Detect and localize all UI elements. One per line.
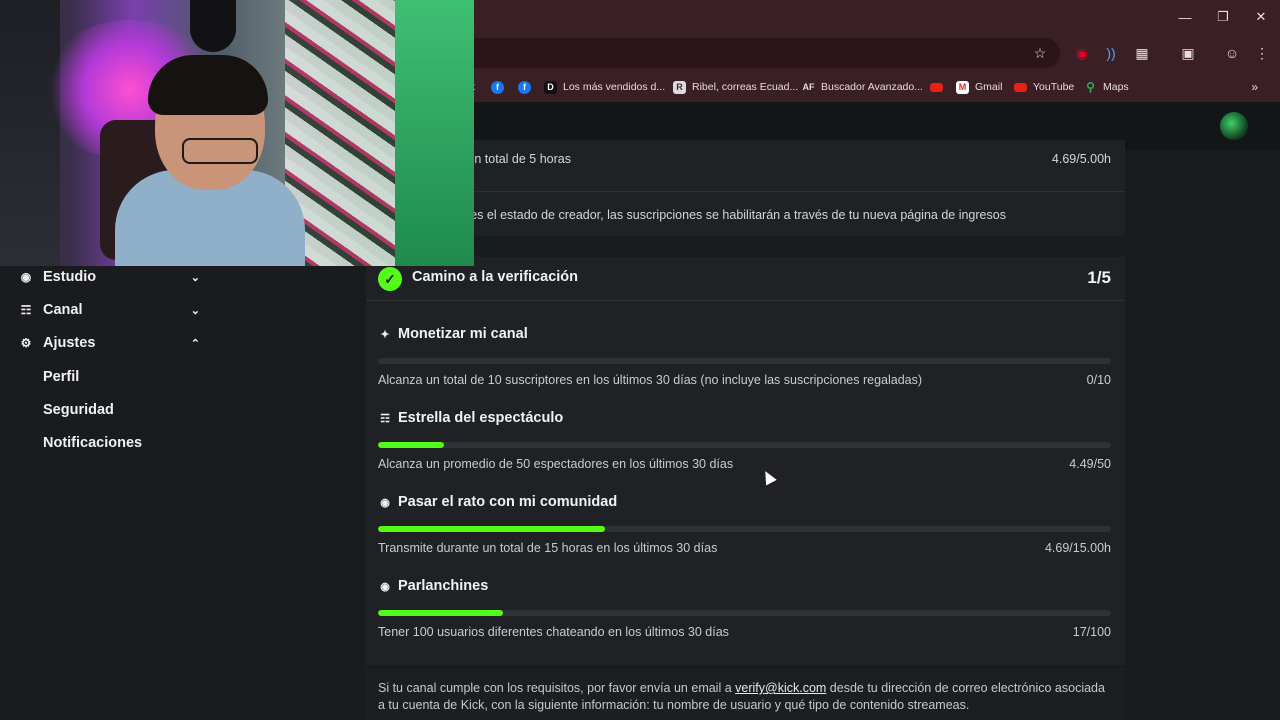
chevron-down-icon: ⌄ — [190, 304, 200, 317]
d-icon: D — [544, 80, 557, 94]
facebook-icon: f — [491, 80, 504, 94]
bookmark-item[interactable]: AF Buscador Avanzado... — [802, 78, 923, 96]
extensions-icon[interactable]: ▦ — [1132, 43, 1152, 63]
webcam-person-hair — [148, 55, 268, 115]
menu-icon[interactable]: ⋮ — [1252, 43, 1272, 63]
bookmark-item[interactable]: M Gmail — [956, 78, 1002, 96]
progress-bar — [378, 526, 1111, 532]
gear-icon: ⚙ — [20, 336, 32, 350]
bookmark-item[interactable]: D Los más vendidos d... — [544, 78, 665, 96]
creator-status-card: e un total de 5 horas 4.69/5.00h nces el… — [366, 140, 1125, 236]
gmail-icon: M — [956, 80, 969, 94]
requirement-title: ◉ Parlanchines — [378, 576, 488, 596]
progress-bar-fill — [378, 526, 606, 532]
facebook-icon: f — [518, 80, 531, 94]
minimize-icon[interactable]: — — [1166, 0, 1204, 34]
tab-search-icon[interactable]: ▣ — [1178, 43, 1198, 63]
address-bar[interactable] — [420, 38, 1060, 68]
webcam-guitar — [190, 0, 236, 52]
window-controls: — ❐ ✕ — [1166, 0, 1280, 34]
bookmark-item[interactable]: ⚲ Maps — [1084, 78, 1129, 96]
requirement-value: 4.49/50 — [1069, 457, 1111, 471]
sidebar-item-settings[interactable]: ⚙ Ajustes ⌃ — [18, 331, 200, 355]
chevron-down-icon: ⌄ — [190, 271, 200, 284]
bookmark-item[interactable]: f — [518, 78, 537, 96]
progress-bar-fill — [378, 442, 444, 448]
verification-count: 1/5 — [1087, 268, 1111, 287]
verify-email-link[interactable]: verify@kick.com — [735, 681, 826, 695]
pinterest-icon[interactable]: ◉ — [1072, 43, 1092, 63]
requirement-description: Tener 100 usuarios diferentes chateando … — [378, 625, 729, 639]
requirement-description: e un total de 5 horas — [457, 152, 571, 166]
close-icon[interactable]: ✕ — [1242, 0, 1280, 34]
divider — [366, 191, 1125, 192]
youtube-icon — [930, 82, 943, 92]
verification-note-card: Si tu canal cumple con los requisitos, p… — [366, 668, 1125, 720]
restore-icon[interactable]: ❐ — [1204, 0, 1242, 34]
sidebar-item-studio[interactable]: ◉ Estudio ⌄ — [18, 265, 200, 289]
requirement-description: Transmite durante un total de 15 horas e… — [378, 541, 718, 555]
requirement-description: Alcanza un promedio de 50 espectadores e… — [378, 457, 734, 471]
verification-card: ✓ Camino a la verificación 1/5 ✦ Monetiz… — [366, 257, 1125, 665]
bookmark-item[interactable]: YouTube — [1014, 78, 1074, 96]
r-icon: R — [673, 80, 686, 94]
verification-title: Camino a la verificación — [412, 269, 579, 285]
requirement-value: 0/10 — [1086, 373, 1111, 387]
bookmark-item[interactable]: f — [491, 78, 510, 96]
maps-icon: ⚲ — [1086, 80, 1095, 94]
studio-icon: ◉ — [20, 270, 32, 284]
requirement-description: Alcanza un total de 10 suscriptores en l… — [378, 373, 923, 387]
requirement-title: ✦ Monetizar mi canal — [378, 324, 527, 344]
requirement-title: ☶ Estrella del espectáculo — [378, 408, 563, 428]
progress-bar — [378, 610, 1111, 616]
progress-bar-fill — [378, 610, 503, 616]
verified-check-icon: ✓ — [378, 267, 402, 291]
webcam-person-glasses — [182, 138, 258, 164]
star-icon[interactable]: ☆ — [1030, 43, 1050, 63]
profile-icon[interactable]: ☺ — [1222, 43, 1242, 63]
progress-bar — [378, 358, 1111, 364]
bookmark-item[interactable] — [930, 78, 949, 96]
requirement-title: ◉ Pasar el rato con mi comunidad — [378, 492, 617, 512]
webcam-overlay — [0, 0, 474, 266]
users-icon: ☶ — [380, 412, 390, 425]
sparkle-icon: ✦ — [380, 328, 390, 341]
webcam-green-wall — [395, 0, 474, 266]
webcam-shelf — [0, 0, 60, 266]
broadcast-icon: ◉ — [380, 496, 390, 509]
sidebar-item-channel[interactable]: ☶ Canal ⌄ — [18, 298, 200, 322]
progress-bar — [378, 442, 1111, 448]
requirement-value: 4.69/5.00h — [1051, 152, 1111, 166]
verification-note: Si tu canal cumple con los requisitos, p… — [378, 681, 1105, 712]
creator-status-note: nces el estado de creador, las suscripci… — [457, 208, 1006, 222]
requirement-value: 17/100 — [1072, 625, 1111, 639]
avatar[interactable] — [1220, 112, 1248, 140]
af-icon: AF — [802, 82, 815, 92]
chat-icon: ◉ — [380, 580, 390, 593]
sidebar-item-profile[interactable]: Perfil — [43, 365, 79, 389]
divider — [366, 300, 1125, 301]
youtube-icon — [1014, 82, 1027, 92]
chevron-double-right-icon[interactable]: » — [1251, 80, 1258, 94]
sidebar-item-notifications[interactable]: Notificaciones — [43, 431, 142, 455]
sound-extension-icon[interactable]: )) — [1101, 43, 1121, 63]
sidebar-item-security[interactable]: Seguridad — [43, 398, 114, 422]
chevron-up-icon: ⌃ — [190, 337, 200, 350]
requirement-value: 4.69/15.00h — [1044, 541, 1111, 555]
channel-icon: ☶ — [20, 303, 32, 317]
bookmark-item[interactable]: R Ribel, correas Ecuad... — [673, 78, 798, 96]
